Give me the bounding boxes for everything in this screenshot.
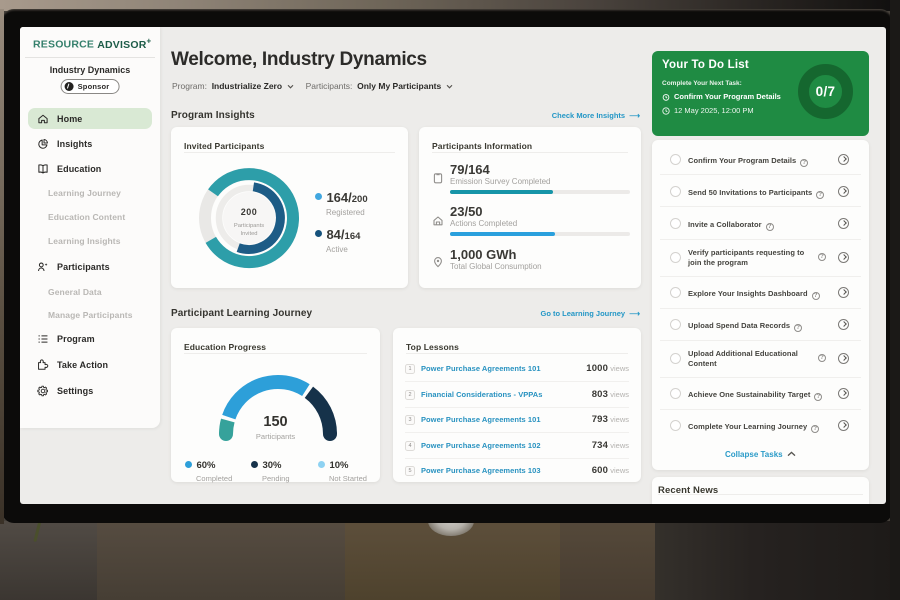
svg-text:Participants: Participants [234, 223, 264, 229]
svg-text:200: 200 [241, 207, 258, 217]
svg-text:Invited: Invited [240, 231, 257, 237]
